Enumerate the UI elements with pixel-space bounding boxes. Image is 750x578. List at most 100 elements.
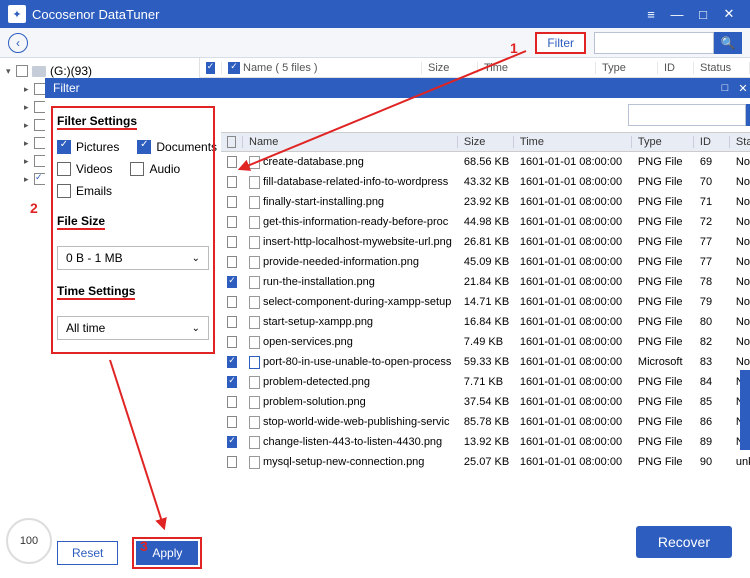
table-row[interactable]: stop-world-wide-web-publishing-servic 85.… xyxy=(221,412,750,432)
time-settings-heading: Time Settings xyxy=(57,284,135,300)
cell-size: 43.32 KB xyxy=(458,176,514,188)
row-checkbox[interactable] xyxy=(227,416,237,428)
image-file-icon xyxy=(249,396,260,409)
cell-size: 7.71 KB xyxy=(458,376,514,388)
cell-size: 85.78 KB xyxy=(458,416,514,428)
row-checkbox[interactable] xyxy=(227,236,237,248)
cell-time: 1601-01-01 08:00:00 xyxy=(514,176,632,188)
row-checkbox[interactable] xyxy=(227,276,237,288)
file-size-dropdown[interactable]: 0 B - 1 MB ⌄ xyxy=(57,246,209,270)
row-checkbox[interactable] xyxy=(227,316,237,328)
table-row[interactable]: select-component-during-xampp-setup14.71… xyxy=(221,292,750,312)
drive-icon xyxy=(32,66,46,77)
cell-id: 83 xyxy=(694,356,730,368)
cell-time: 1601-01-01 08:00:00 xyxy=(514,336,632,348)
cell-time: 1601-01-01 08:00:00 xyxy=(514,256,632,268)
col-size-label: Size xyxy=(422,62,478,74)
col-size[interactable]: Size xyxy=(458,136,514,148)
col-id-label: ID xyxy=(658,62,694,74)
back-button[interactable]: ‹ xyxy=(8,33,28,53)
cell-size: 13.92 KB xyxy=(458,436,514,448)
row-checkbox[interactable] xyxy=(227,196,237,208)
panel-restore-button[interactable]: □ xyxy=(716,82,734,94)
filter-emails-checkbox[interactable]: Emails xyxy=(57,184,112,198)
table-row[interactable]: problem-detected.png7.71 KB1601-01-01 08… xyxy=(221,372,750,392)
table-row[interactable]: start-setup-xampp.png16.84 KB1601-01-01 … xyxy=(221,312,750,332)
row-checkbox[interactable] xyxy=(227,456,237,468)
minimize-button[interactable]: — xyxy=(664,7,690,22)
col-status[interactable]: Status xyxy=(730,136,750,148)
row-checkbox[interactable] xyxy=(227,376,237,388)
image-file-icon xyxy=(249,436,260,449)
table-row[interactable]: open-services.png7.49 KB1601-01-01 08:00… xyxy=(221,332,750,352)
col-time[interactable]: Time xyxy=(514,136,632,148)
filter-panel: Filter □ ✕ Filter Settings Pictures Docu… xyxy=(45,78,750,577)
toolbar: ‹ Filter 🔍 xyxy=(0,28,750,58)
menu-icon[interactable]: ≡ xyxy=(638,7,664,22)
table-row[interactable]: create-database.png68.56 KB1601-01-01 08… xyxy=(221,152,750,172)
cell-type: PNG File xyxy=(632,196,694,208)
cell-name: run-the-installation.png xyxy=(263,276,375,288)
row-checkbox[interactable] xyxy=(227,216,237,228)
filter-button[interactable]: Filter xyxy=(535,32,586,54)
cell-name: fill-database-related-info-to-wordpress xyxy=(263,176,448,188)
panel-close-button[interactable]: ✕ xyxy=(734,82,750,95)
select-all-checkbox[interactable] xyxy=(227,136,236,148)
row-checkbox[interactable] xyxy=(227,356,237,368)
apply-button[interactable]: Apply xyxy=(136,541,198,565)
maximize-button[interactable]: □ xyxy=(690,7,716,22)
filter-audio-checkbox[interactable]: Audio xyxy=(130,162,180,176)
cell-size: 25.07 KB xyxy=(458,456,514,468)
col-type[interactable]: Type xyxy=(632,136,694,148)
filter-pictures-checkbox[interactable]: Pictures xyxy=(57,140,119,154)
row-checkbox[interactable] xyxy=(227,396,237,408)
table-row[interactable]: change-listen-443-to-listen-4430.png13.9… xyxy=(221,432,750,452)
row-checkbox[interactable] xyxy=(227,176,237,188)
select-all-checkbox[interactable] xyxy=(206,62,216,74)
cell-id: 79 xyxy=(694,296,730,308)
panel-search-input[interactable] xyxy=(628,104,746,126)
row-checkbox[interactable] xyxy=(227,256,237,268)
table-row[interactable]: finally-start-installing.png23.92 KB1601… xyxy=(221,192,750,212)
cell-time: 1601-01-01 08:00:00 xyxy=(514,356,632,368)
filter-documents-checkbox[interactable]: Documents xyxy=(137,140,217,154)
row-checkbox[interactable] xyxy=(227,156,237,168)
col-status-label: Status xyxy=(694,62,750,74)
cell-name: stop-world-wide-web-publishing-servic xyxy=(263,416,449,428)
search-button[interactable]: 🔍 xyxy=(714,32,742,54)
table-row[interactable]: run-the-installation.png21.84 KB1601-01-… xyxy=(221,272,750,292)
time-settings-dropdown[interactable]: All time ⌄ xyxy=(57,316,209,340)
close-button[interactable]: ✕ xyxy=(716,6,742,22)
panel-search-button[interactable]: 🔍 xyxy=(746,104,750,126)
cell-id: 90 xyxy=(694,456,730,468)
table-row[interactable]: insert-http-localhost-mywebsite-url.png2… xyxy=(221,232,750,252)
cell-type: PNG File xyxy=(632,296,694,308)
col-name[interactable]: Name xyxy=(243,136,458,148)
scrollbar-thumb[interactable] xyxy=(740,370,750,450)
cell-name: get-this-information-ready-before-proc xyxy=(263,216,448,228)
row-checkbox[interactable] xyxy=(227,336,237,348)
table-row[interactable]: get-this-information-ready-before-proc 44… xyxy=(221,212,750,232)
cell-size: 21.84 KB xyxy=(458,276,514,288)
col-id[interactable]: ID xyxy=(694,136,730,148)
row-checkbox[interactable] xyxy=(227,296,237,308)
table-row[interactable]: problem-solution.png37.54 KB1601-01-01 0… xyxy=(221,392,750,412)
cell-name: provide-needed-information.png xyxy=(263,256,419,268)
cell-type: PNG File xyxy=(632,156,694,168)
cell-status: Normal xyxy=(730,196,750,208)
image-file-icon xyxy=(249,156,260,169)
table-row[interactable]: mysql-setup-new-connection.png25.07 KB16… xyxy=(221,452,750,472)
table-row[interactable]: provide-needed-information.png45.09 KB16… xyxy=(221,252,750,272)
search-input[interactable] xyxy=(594,32,714,54)
table-row[interactable]: fill-database-related-info-to-wordpress 4… xyxy=(221,172,750,192)
row-checkbox[interactable] xyxy=(227,436,237,448)
filter-videos-checkbox[interactable]: Videos xyxy=(57,162,112,176)
cell-time: 1601-01-01 08:00:00 xyxy=(514,456,632,468)
cell-size: 37.54 KB xyxy=(458,396,514,408)
cell-size: 44.98 KB xyxy=(458,216,514,228)
image-file-icon xyxy=(249,336,260,349)
reset-button[interactable]: Reset xyxy=(57,541,118,565)
cell-size: 23.92 KB xyxy=(458,196,514,208)
table-row[interactable]: port-80-in-use-unable-to-open-process59.… xyxy=(221,352,750,372)
recover-button[interactable]: Recover xyxy=(636,526,732,558)
